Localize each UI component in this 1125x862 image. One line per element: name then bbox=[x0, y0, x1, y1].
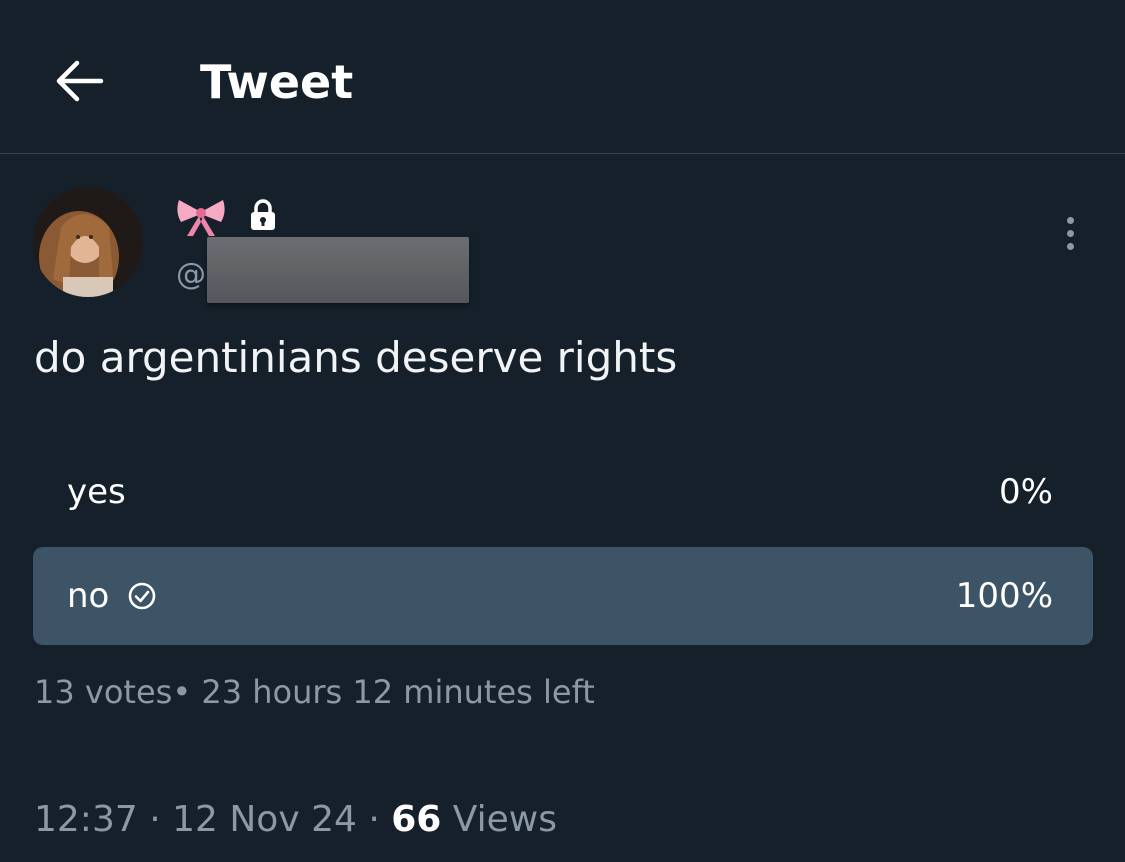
author-handle[interactable]: @ bbox=[176, 252, 206, 296]
poll-meta: 13 votes• 23 hours 12 minutes left bbox=[34, 668, 595, 716]
page-title: Tweet bbox=[200, 55, 354, 109]
tweet-date: 12 Nov 24 bbox=[172, 799, 357, 840]
author-name-row[interactable] bbox=[175, 192, 277, 238]
views-label[interactable]: Views bbox=[453, 799, 557, 840]
poll-option-label-row: no bbox=[67, 547, 157, 645]
arrow-left-icon bbox=[56, 60, 104, 102]
poll-time-left: 23 hours 12 minutes left bbox=[201, 673, 595, 711]
poll-option-label-row: yes bbox=[67, 443, 126, 541]
handle-at-sign: @ bbox=[176, 256, 206, 292]
more-dot bbox=[1066, 229, 1074, 237]
poll-option-percent: 0% bbox=[999, 472, 1053, 512]
back-button[interactable] bbox=[44, 46, 114, 116]
more-dot bbox=[1066, 242, 1074, 250]
views-count[interactable]: 66 bbox=[391, 799, 441, 840]
more-options-button[interactable] bbox=[1052, 208, 1088, 258]
poll-option-yes[interactable]: yes 0% bbox=[33, 443, 1093, 541]
poll-votes: 13 votes bbox=[34, 673, 173, 711]
pink-bow-icon bbox=[177, 200, 225, 236]
top-bar: Tweet bbox=[0, 0, 1125, 154]
tweet-time: 12:37 bbox=[34, 799, 138, 840]
tweet-text: do argentinians deserve rights bbox=[34, 333, 678, 382]
poll-option-label: no bbox=[67, 576, 110, 616]
poll-option-percent: 100% bbox=[955, 576, 1053, 616]
meta-separator: · bbox=[368, 799, 380, 840]
poll-option-no[interactable]: no 100% bbox=[33, 547, 1093, 645]
poll-option-fill bbox=[33, 547, 1093, 645]
lock-icon bbox=[251, 199, 275, 230]
check-circle-icon bbox=[129, 582, 156, 610]
poll-separator: • bbox=[172, 673, 192, 711]
tweet-meta: 12:37 · 12 Nov 24 · 66 Views bbox=[34, 794, 557, 846]
handle-redaction bbox=[207, 237, 469, 303]
poll-option-label: yes bbox=[67, 472, 126, 512]
avatar[interactable] bbox=[33, 187, 143, 297]
meta-separator: · bbox=[149, 799, 161, 840]
more-dot bbox=[1066, 216, 1074, 224]
